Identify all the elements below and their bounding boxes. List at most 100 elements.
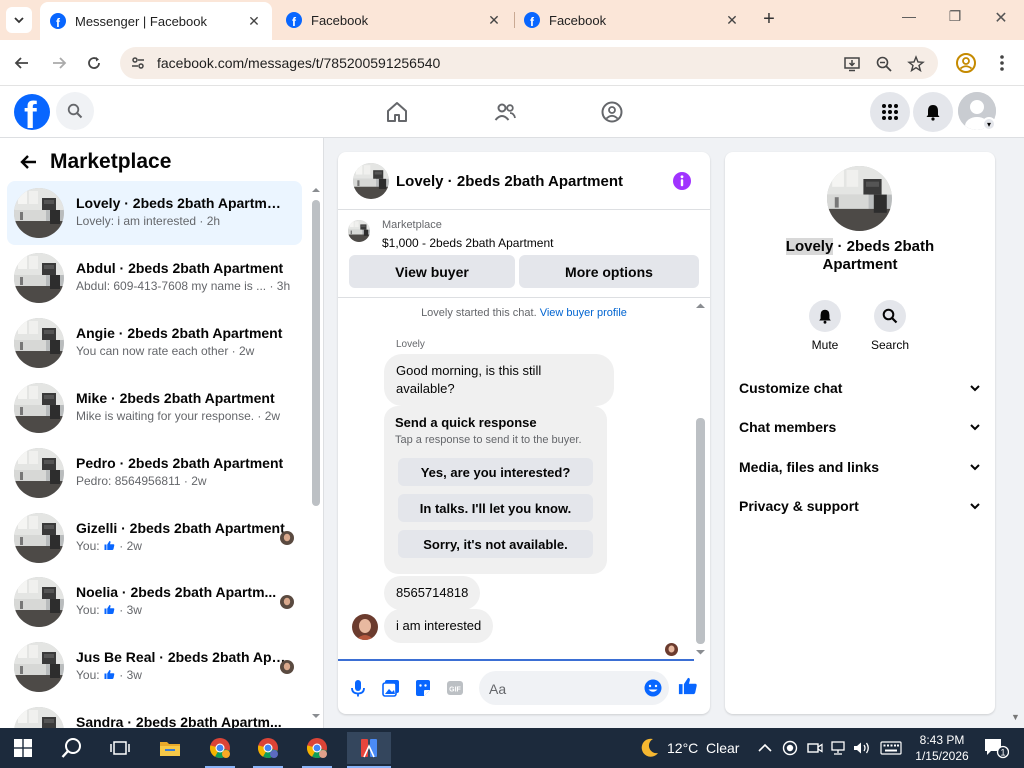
emoji-icon[interactable]: [644, 679, 662, 697]
forward-button[interactable]: [48, 52, 70, 74]
mute-button[interactable]: [809, 300, 841, 332]
privacy-support-row[interactable]: Privacy & support: [739, 490, 981, 522]
search-in-chat-button[interactable]: [874, 300, 906, 332]
reload-button[interactable]: [83, 52, 105, 74]
message-input[interactable]: Aa: [479, 671, 669, 705]
quick-response-option[interactable]: Yes, are you interested?: [398, 458, 593, 486]
gif-icon[interactable]: GIF: [445, 678, 465, 698]
photo-icon[interactable]: [381, 678, 401, 698]
read-receipt-avatar: [280, 531, 294, 545]
svg-text:GIF: GIF: [449, 687, 461, 694]
search-label: Search: [870, 338, 910, 352]
file-explorer-icon[interactable]: [152, 732, 188, 764]
back-button[interactable]: [11, 52, 33, 74]
volume-icon[interactable]: [847, 732, 877, 764]
address-bar[interactable]: facebook.com/messages/t/785200591256540: [120, 47, 938, 79]
friends-icon[interactable]: [491, 98, 519, 126]
media-files-links-row[interactable]: Media, files and links: [739, 451, 981, 483]
microphone-icon[interactable]: [348, 678, 368, 698]
tab-search-button[interactable]: [6, 7, 32, 33]
conversation-scrollbar[interactable]: [312, 186, 320, 718]
close-window-button[interactable]: ✕: [986, 8, 1016, 28]
page-scroll-down-arrow[interactable]: ▼: [1011, 712, 1020, 722]
preview-prefix: You:: [76, 539, 100, 553]
conversation-item[interactable]: Abdul · 2beds 2bath Apartment Abdul: 609-…: [7, 246, 302, 310]
zoom-icon[interactable]: [874, 54, 894, 74]
task-view-icon[interactable]: [102, 732, 138, 764]
notifications-button[interactable]: [913, 92, 953, 132]
windows-start-icon[interactable]: [5, 732, 41, 764]
browser-profile-icon[interactable]: [955, 52, 977, 74]
clock-date: 1/15/2026: [915, 749, 969, 763]
message-bubble[interactable]: i am interested: [384, 609, 494, 643]
tab-messenger[interactable]: f Messenger | Facebook ✕: [40, 2, 272, 40]
install-app-icon[interactable]: [842, 54, 862, 74]
taskbar-search-icon[interactable]: [54, 732, 90, 764]
message-bubble[interactable]: Good morning, is this still available?: [384, 354, 614, 406]
panel-header: Marketplace: [18, 150, 171, 174]
weather-moon-icon[interactable]: [631, 732, 667, 764]
bookmark-star-icon[interactable]: [906, 54, 926, 74]
conversation-item[interactable]: Gizelli · 2beds 2bath Apartment You: · 2w: [7, 506, 302, 570]
mute-label: Mute: [811, 338, 839, 352]
mute-action[interactable]: Mute: [795, 300, 855, 352]
listing-thumbnail[interactable]: [353, 163, 389, 199]
clock[interactable]: 8:43 PM 1/15/2026: [912, 732, 972, 764]
facebook-logo-icon[interactable]: f: [14, 94, 50, 130]
conversation-name: Mike · 2beds 2bath Apartment: [76, 390, 275, 406]
scrollbar-thumb[interactable]: [696, 418, 705, 644]
chat-members-row[interactable]: Chat members: [739, 411, 981, 443]
bell-icon: [926, 105, 940, 121]
tab-facebook-2[interactable]: f Facebook ✕: [514, 0, 750, 40]
like-thumb-icon[interactable]: [678, 676, 698, 696]
info-icon[interactable]: [672, 171, 692, 191]
active-app-icon[interactable]: [347, 732, 391, 764]
message-bubble[interactable]: 8565714818: [384, 576, 481, 610]
groups-icon[interactable]: [598, 98, 626, 126]
conversation-item[interactable]: Jus Be Real · 2beds 2bath Apa... You: · 3…: [7, 635, 302, 699]
quick-response-option[interactable]: Sorry, it's not available.: [398, 530, 593, 558]
conversation-item[interactable]: Mike · 2beds 2bath Apartment Mike is wait…: [7, 376, 302, 440]
view-buyer-button[interactable]: View buyer: [349, 255, 515, 288]
close-tab-icon[interactable]: ✕: [244, 13, 264, 30]
quick-response-option[interactable]: In talks. I'll let you know.: [398, 494, 593, 522]
notification-center-icon[interactable]: 1: [978, 732, 1014, 764]
customize-chat-row[interactable]: Customize chat: [739, 372, 981, 404]
view-buyer-profile-link[interactable]: View buyer profile: [540, 307, 627, 319]
conversation-item[interactable]: Lovely · 2beds 2bath Apartment Lovely: i …: [7, 181, 302, 245]
chrome-icon[interactable]: [299, 732, 335, 764]
conversation-thumbnail: [14, 707, 64, 728]
site-info-icon[interactable]: [130, 55, 146, 71]
search-action[interactable]: Search: [860, 300, 920, 352]
sender-avatar[interactable]: [352, 614, 378, 640]
sticker-icon[interactable]: [413, 678, 433, 698]
browser-menu-icon[interactable]: [993, 52, 1011, 74]
chat-title[interactable]: Lovely · 2beds 2bath Apartment: [396, 173, 623, 190]
tab-facebook-1[interactable]: f Facebook ✕: [276, 0, 512, 40]
conversation-item[interactable]: Pedro · 2beds 2bath Apartment Pedro: 8564…: [7, 441, 302, 505]
close-tab-icon[interactable]: ✕: [722, 12, 742, 29]
minimize-button[interactable]: —: [894, 8, 924, 24]
chrome-icon[interactable]: [202, 732, 238, 764]
message-input-placeholder: Aa: [489, 681, 507, 697]
chrome-icon[interactable]: [250, 732, 286, 764]
scrollbar-thumb[interactable]: [312, 200, 320, 506]
chat-scrollbar[interactable]: [696, 302, 705, 656]
close-tab-icon[interactable]: ✕: [484, 12, 504, 29]
conversation-item[interactable]: Noelia · 2beds 2bath Apartm... You: · 3w: [7, 570, 302, 634]
conversation-name: Sandra · 2beds 2bath Apartm...: [76, 714, 282, 728]
new-tab-button[interactable]: +: [757, 8, 781, 31]
chevron-down-icon: [970, 503, 980, 510]
preview-suffix: · 2w: [119, 539, 142, 553]
keyboard-icon[interactable]: [874, 732, 908, 764]
conversation-item[interactable]: Sandra · 2beds 2bath Apartm...: [7, 700, 302, 728]
conversation-item[interactable]: Angie · 2beds 2bath Apartment You can now…: [7, 311, 302, 375]
home-icon[interactable]: [383, 98, 411, 126]
restore-button[interactable]: ❐: [940, 8, 970, 25]
back-arrow-icon[interactable]: [18, 151, 40, 173]
facebook-search-button[interactable]: [56, 92, 94, 130]
menu-grid-button[interactable]: [870, 92, 910, 132]
grid-icon: [882, 104, 898, 120]
listing-name-line2: Apartment: [822, 256, 898, 273]
more-options-button[interactable]: More options: [519, 255, 699, 288]
